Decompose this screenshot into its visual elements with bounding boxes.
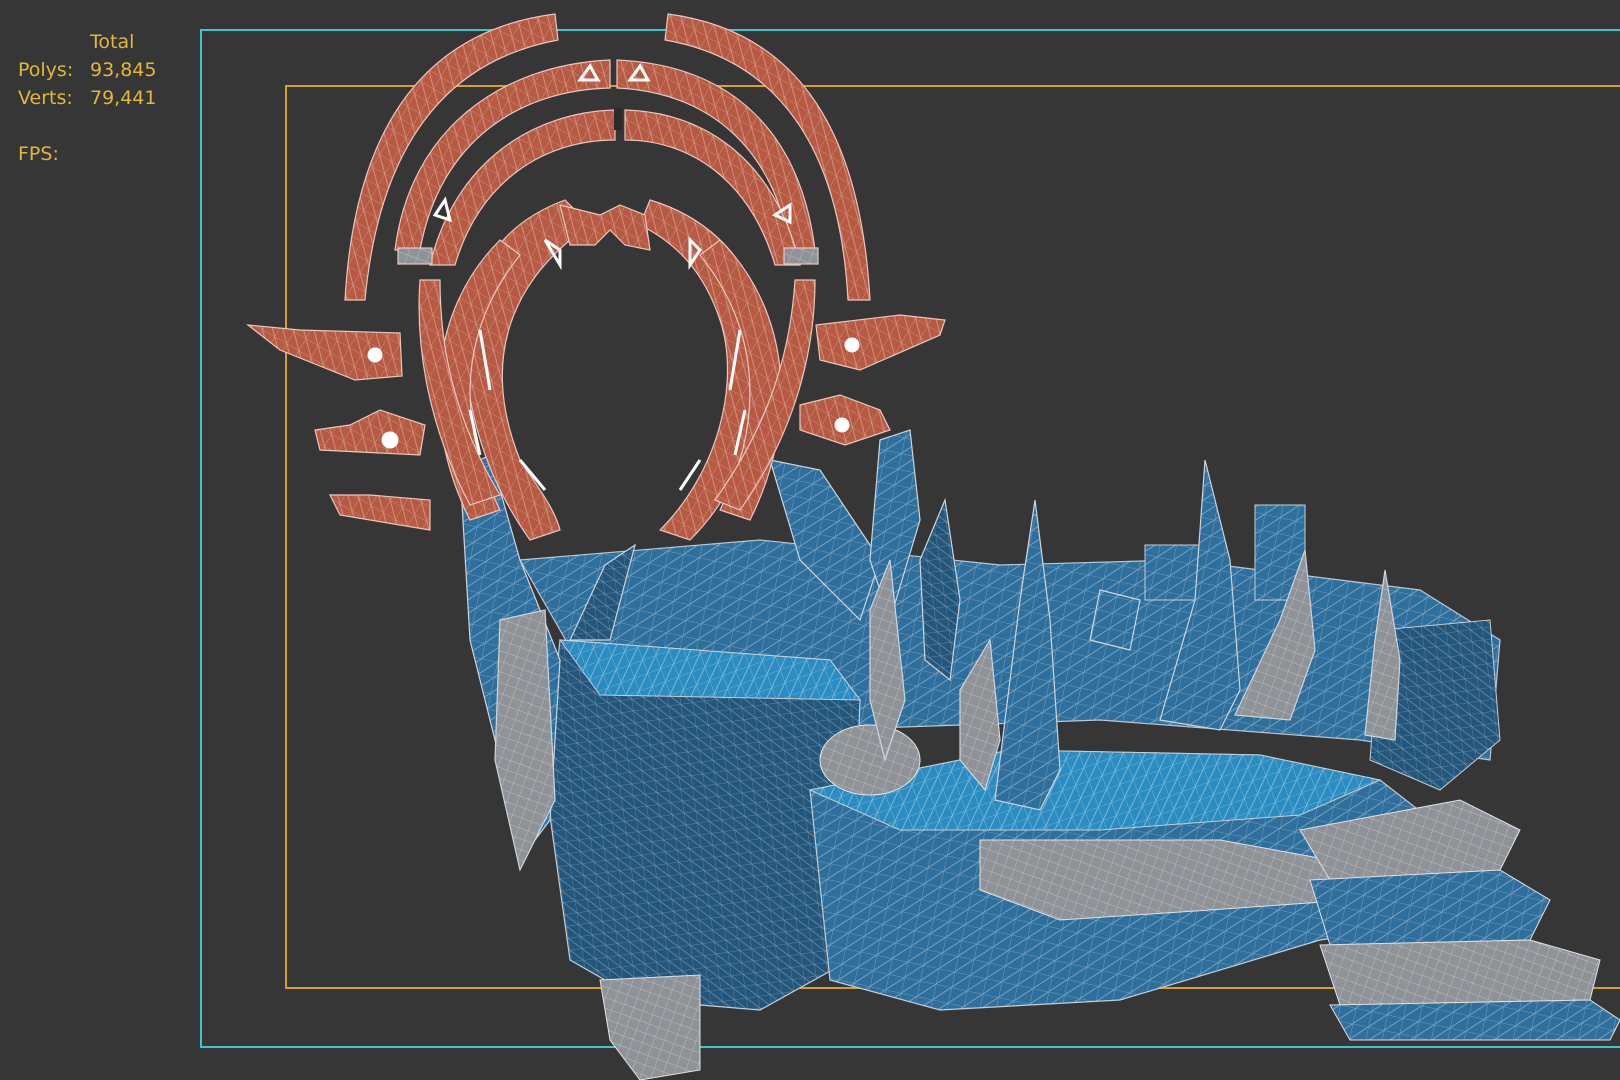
viewport-3d[interactable]: Total Polys: 93,845 Verts: 79,441 FPS: — [0, 0, 1620, 1080]
verts-label: Verts: — [18, 87, 73, 109]
fps-label: FPS: — [18, 143, 59, 165]
scene-render — [200, 13, 1620, 1080]
stats-header: Total — [90, 31, 135, 53]
portal-rings — [246, 13, 946, 541]
ice-platform-mesh — [519, 504, 1620, 1080]
polys-label: Polys: — [18, 59, 74, 81]
verts-value: 79,441 — [90, 87, 157, 109]
polys-value: 93,845 — [90, 59, 157, 81]
